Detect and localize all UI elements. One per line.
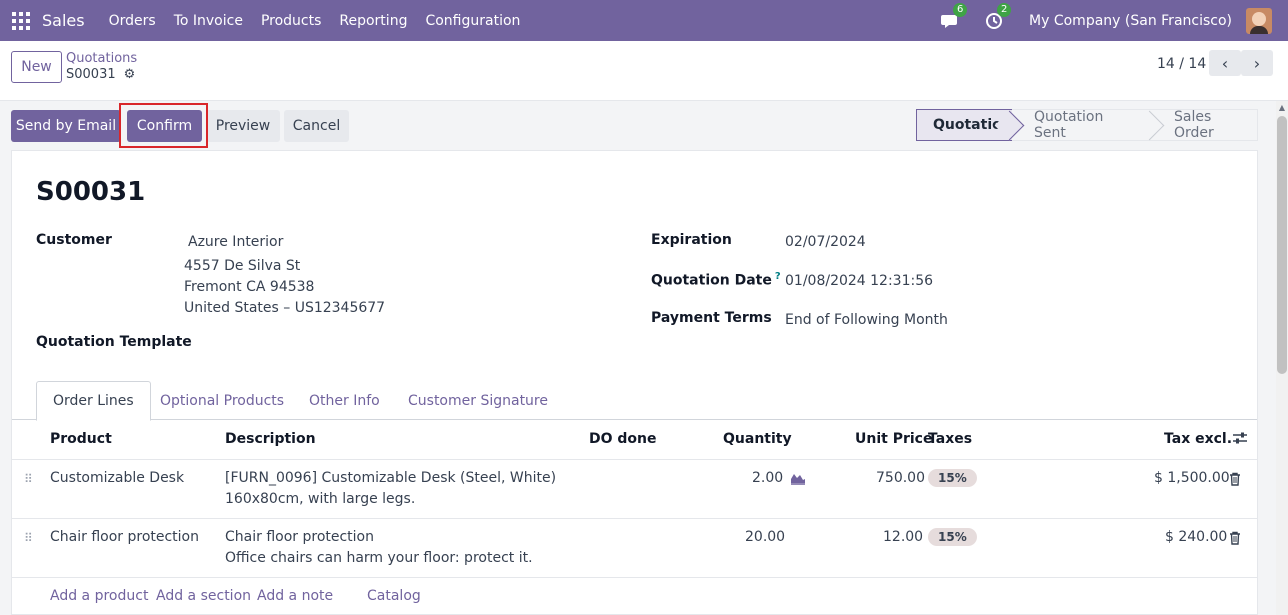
add-product-link[interactable]: Add a product <box>50 588 148 604</box>
gear-icon[interactable]: ⚙ <box>124 67 136 82</box>
help-tooltip-icon[interactable]: ? <box>775 271 781 282</box>
drag-handle-icon[interactable]: ⠿ <box>24 532 33 544</box>
table-header-divider <box>12 459 1257 460</box>
breadcrumb-current: S00031 ⚙ <box>66 67 135 82</box>
scroll-up-icon[interactable]: ▲ <box>1276 101 1288 113</box>
preview-button[interactable]: Preview <box>206 110 280 142</box>
status-quotation[interactable]: Quotation <box>916 109 1012 141</box>
send-by-email-button[interactable]: Send by Email <box>11 110 121 142</box>
quotation-date-field[interactable]: 01/08/2024 12:31:56 <box>785 273 933 289</box>
pager-value[interactable]: 14 / 14 <box>1157 56 1206 72</box>
activities-icon[interactable]: 2 <box>985 2 1012 31</box>
quotation-template-label: Quotation Template <box>36 334 192 350</box>
col-description[interactable]: Description <box>225 431 316 447</box>
pager-next-button[interactable]: › <box>1241 50 1273 76</box>
drag-handle-icon[interactable]: ⠿ <box>24 473 33 485</box>
col-taxes[interactable]: Taxes <box>928 431 972 447</box>
app-switcher-icon[interactable] <box>12 11 30 30</box>
tab-customer-signature[interactable]: Customer Signature <box>408 381 548 420</box>
row-quantity[interactable]: 20.00 <box>745 529 785 545</box>
row-product[interactable]: Chair floor protection <box>50 529 199 545</box>
row-unit-price[interactable]: 12.00 <box>883 529 923 545</box>
payment-terms-field[interactable]: End of Following Month <box>785 312 948 328</box>
breadcrumb-current-label: S00031 <box>66 67 116 82</box>
col-product[interactable]: Product <box>50 431 112 447</box>
menu-reporting[interactable]: Reporting <box>339 13 407 29</box>
expiration-label: Expiration <box>651 232 732 248</box>
notebook-tabs: Order Lines Optional Products Other Info… <box>12 381 1257 421</box>
tab-order-lines[interactable]: Order Lines <box>36 381 151 421</box>
row-subtotal: $ 1,500.00 <box>1154 470 1230 486</box>
row-quantity[interactable]: 2.00 <box>752 470 783 486</box>
activities-badge: 2 <box>997 2 1012 17</box>
tab-optional-products[interactable]: Optional Products <box>160 381 284 420</box>
row-subtotal: $ 240.00 <box>1165 529 1228 545</box>
col-do-done[interactable]: DO done <box>589 431 657 447</box>
user-avatar[interactable] <box>1246 7 1272 34</box>
row-description-line1[interactable]: Chair floor protection <box>225 529 374 545</box>
row-divider <box>12 518 1257 519</box>
app-name[interactable]: Sales <box>42 11 85 30</box>
breadcrumb-quotations[interactable]: Quotations <box>66 51 137 66</box>
add-note-link[interactable]: Add a note <box>257 588 333 604</box>
quotation-date-label: Quotation Date? <box>651 271 781 289</box>
company-switcher[interactable]: My Company (San Francisco) <box>1029 13 1232 29</box>
customer-field[interactable]: Azure Interior <box>188 234 283 250</box>
main-menu: Orders To Invoice Products Reporting Con… <box>91 13 521 29</box>
col-tax-excl[interactable]: Tax excl. <box>1164 431 1232 447</box>
trash-icon[interactable] <box>1229 531 1241 549</box>
expiration-field[interactable]: 02/07/2024 <box>785 234 866 250</box>
quotation-date-label-text: Quotation Date <box>651 272 772 289</box>
row-description-line1[interactable]: [FURN_0096] Customizable Desk (Steel, Wh… <box>225 470 556 486</box>
row-description-line2[interactable]: Office chairs can harm your floor: prote… <box>225 550 533 566</box>
customer-label: Customer <box>36 232 112 248</box>
messages-badge: 6 <box>953 2 968 17</box>
form-sheet: S00031 Customer Azure Interior 4557 De S… <box>11 150 1258 615</box>
customer-address-line2: Fremont CA 94538 <box>184 279 315 295</box>
row-unit-price[interactable]: 750.00 <box>876 470 925 486</box>
chevron-right-icon: › <box>1253 53 1261 73</box>
row-divider <box>12 577 1257 578</box>
menu-products[interactable]: Products <box>261 13 321 29</box>
confirm-button[interactable]: Confirm <box>127 110 202 142</box>
col-quantity[interactable]: Quantity <box>723 431 792 447</box>
cancel-button[interactable]: Cancel <box>284 110 349 142</box>
main-navbar: Sales Orders To Invoice Products Reporti… <box>0 0 1288 41</box>
tax-badge[interactable]: 15% <box>928 469 977 487</box>
status-quotation-sent[interactable]: Quotation Sent <box>1012 109 1152 141</box>
menu-configuration[interactable]: Configuration <box>425 13 520 29</box>
new-button[interactable]: New <box>11 51 62 83</box>
add-section-link[interactable]: Add a section <box>156 588 251 604</box>
tab-other-info[interactable]: Other Info <box>309 381 380 420</box>
record-title: S00031 <box>36 177 146 207</box>
control-panel: New Quotations S00031 ⚙ 14 / 14 ‹ › <box>0 41 1288 101</box>
menu-orders[interactable]: Orders <box>109 13 156 29</box>
pager-previous-button[interactable]: ‹ <box>1209 50 1241 76</box>
messages-icon[interactable]: 6 <box>941 2 968 31</box>
tax-badge[interactable]: 15% <box>928 528 977 546</box>
trash-icon[interactable] <box>1229 472 1241 490</box>
payment-terms-label: Payment Terms <box>651 310 772 326</box>
col-unit-price[interactable]: Unit Price <box>855 431 932 447</box>
scrollbar-thumb[interactable] <box>1277 116 1287 374</box>
catalog-link[interactable]: Catalog <box>367 588 421 604</box>
status-sales-order[interactable]: Sales Order <box>1152 109 1258 141</box>
row-description-line2[interactable]: 160x80cm, with large legs. <box>225 491 415 507</box>
optional-columns-icon[interactable] <box>1232 430 1248 450</box>
customer-address-line3: United States – US12345677 <box>184 300 386 316</box>
forecast-chart-icon[interactable] <box>790 471 806 489</box>
chevron-left-icon: ‹ <box>1221 53 1229 73</box>
customer-address-line1: 4557 De Silva St <box>184 258 301 274</box>
status-bar: Quotation Quotation Sent Sales Order <box>916 109 1258 141</box>
menu-to-invoice[interactable]: To Invoice <box>174 13 243 29</box>
row-product[interactable]: Customizable Desk <box>50 470 184 486</box>
